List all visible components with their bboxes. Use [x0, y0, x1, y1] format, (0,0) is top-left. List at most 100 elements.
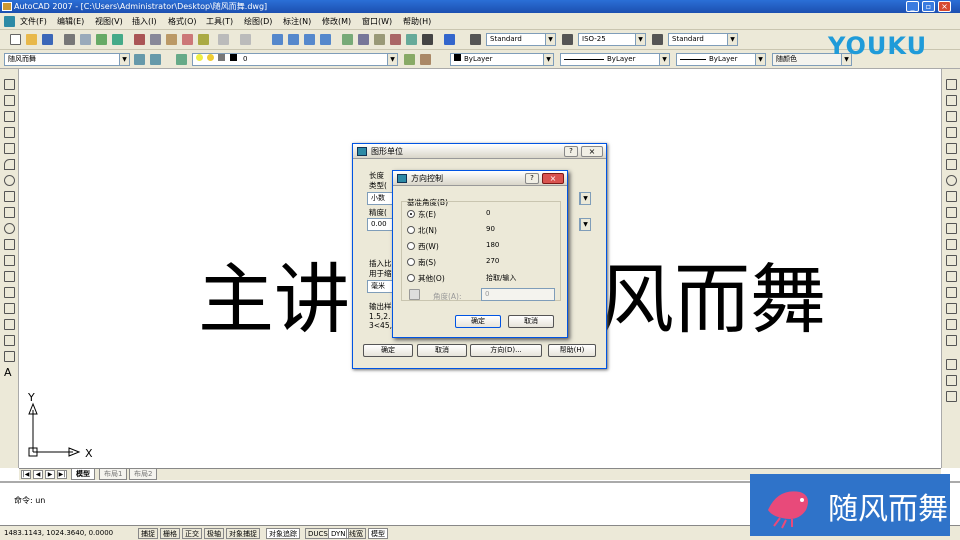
join-icon[interactable]	[946, 287, 957, 298]
next-tab-icon[interactable]: ▶	[45, 470, 55, 479]
undo-icon[interactable]	[218, 34, 229, 45]
help-icon[interactable]	[444, 34, 455, 45]
erase-icon[interactable]	[946, 79, 957, 90]
layer-select[interactable]: 0 ▼	[192, 53, 398, 66]
redo-icon[interactable]	[240, 34, 251, 45]
scale-icon[interactable]	[946, 191, 957, 202]
polar-toggle[interactable]: 极轴	[204, 528, 224, 539]
tab-model[interactable]: 模型	[71, 469, 95, 480]
direction-button[interactable]: 方向(D)...	[470, 344, 542, 357]
first-tab-icon[interactable]: |◀	[21, 470, 31, 479]
tab-layout1[interactable]: 布局1	[99, 469, 128, 480]
gradient-icon[interactable]	[4, 319, 15, 330]
direction-cancel-button[interactable]: 取消	[508, 315, 554, 328]
zoom-previous-icon[interactable]	[320, 34, 331, 45]
match-properties-icon[interactable]	[182, 34, 193, 45]
units-ok-button[interactable]: 确定	[363, 344, 413, 357]
move-icon[interactable]	[946, 159, 957, 170]
grid-toggle[interactable]: 栅格	[160, 528, 180, 539]
extend-icon[interactable]	[946, 239, 957, 250]
menu-file[interactable]: 文件(F)	[20, 16, 47, 27]
close-button[interactable]: ×	[542, 173, 564, 184]
menu-dimension[interactable]: 标注(N)	[283, 16, 311, 27]
preview-icon[interactable]	[80, 34, 91, 45]
zoom-realtime-icon[interactable]	[288, 34, 299, 45]
menu-insert[interactable]: 插入(I)	[132, 16, 157, 27]
dim-style-select[interactable]: ISO-25 ▼	[578, 33, 646, 46]
menu-window[interactable]: 窗口(W)	[362, 16, 392, 27]
units-cancel-button[interactable]: 取消	[417, 344, 467, 357]
color-select[interactable]: ByLayer ▼	[450, 53, 554, 66]
units-help-button[interactable]: 帮助(H)	[548, 344, 596, 357]
copy-icon[interactable]	[150, 34, 161, 45]
break-icon[interactable]	[946, 271, 957, 282]
construction-line-icon[interactable]	[4, 95, 15, 106]
multiline-text-icon[interactable]: A	[4, 367, 15, 378]
point-icon[interactable]	[4, 287, 15, 298]
ellipse-arc-icon[interactable]	[4, 239, 15, 250]
rotate-icon[interactable]	[946, 175, 957, 186]
explode-icon[interactable]	[946, 335, 957, 346]
text-style-select[interactable]: Standard ▼	[486, 33, 556, 46]
rectangle-icon[interactable]	[4, 143, 15, 154]
chamfer-icon[interactable]	[946, 303, 957, 314]
break-at-point-icon[interactable]	[946, 255, 957, 266]
publish-icon[interactable]	[96, 34, 107, 45]
plot-icon[interactable]	[64, 34, 75, 45]
stretch-icon[interactable]	[946, 207, 957, 218]
minimize-button[interactable]: _	[906, 1, 919, 12]
menu-view[interactable]: 视图(V)	[95, 16, 123, 27]
snap-toggle[interactable]: 捕捉	[138, 528, 158, 539]
polygon-icon[interactable]	[4, 127, 15, 138]
zoom-window-icon[interactable]	[304, 34, 315, 45]
send-back-icon[interactable]	[946, 391, 957, 402]
array-icon[interactable]	[946, 143, 957, 154]
ducs-toggle[interactable]: DUCS	[305, 528, 331, 539]
insert-block-icon[interactable]	[4, 255, 15, 266]
workspace-settings-icon[interactable]	[134, 54, 145, 65]
ortho-toggle[interactable]: 正交	[182, 528, 202, 539]
west-radio[interactable]	[407, 242, 415, 250]
app-menu-icon[interactable]	[4, 16, 15, 27]
fillet-icon[interactable]	[946, 319, 957, 330]
copy-object-icon[interactable]	[946, 95, 957, 106]
draw-order-icon[interactable]	[946, 359, 957, 370]
workspace-save-icon[interactable]	[150, 54, 161, 65]
tab-layout2[interactable]: 布局2	[129, 469, 158, 480]
prev-tab-icon[interactable]: ◀	[33, 470, 43, 479]
layer-manager-icon[interactable]	[176, 54, 187, 65]
south-radio[interactable]	[407, 258, 415, 266]
spline-icon[interactable]	[4, 207, 15, 218]
hatch-icon[interactable]	[4, 303, 15, 314]
close-button[interactable]: ×	[938, 1, 951, 12]
sheet-set-icon[interactable]	[390, 34, 401, 45]
arc-icon[interactable]	[4, 159, 15, 170]
mirror-icon[interactable]	[946, 111, 957, 122]
bring-front-icon[interactable]	[946, 375, 957, 386]
menu-format[interactable]: 格式(O)	[168, 16, 197, 27]
design-center-icon[interactable]	[358, 34, 369, 45]
revision-cloud-icon[interactable]	[4, 191, 15, 202]
workspace-select[interactable]: 随风而舞 ▼	[4, 53, 130, 66]
line-icon[interactable]	[4, 79, 15, 90]
pan-icon[interactable]	[272, 34, 283, 45]
last-tab-icon[interactable]: ▶|	[57, 470, 67, 479]
save-icon[interactable]	[42, 34, 53, 45]
paste-icon[interactable]	[166, 34, 177, 45]
region-icon[interactable]	[4, 335, 15, 346]
model-toggle[interactable]: 模型	[368, 528, 388, 539]
trim-icon[interactable]	[946, 223, 957, 234]
linetype-select[interactable]: ByLayer ▼	[560, 53, 670, 66]
layer-previous-icon[interactable]	[420, 54, 431, 65]
ellipse-icon[interactable]	[4, 223, 15, 234]
polyline-icon[interactable]	[4, 111, 15, 122]
table-icon[interactable]	[4, 351, 15, 362]
make-current-icon[interactable]	[404, 54, 415, 65]
angle-precision-select[interactable]: ▼	[579, 218, 591, 231]
make-block-icon[interactable]	[4, 271, 15, 282]
direction-ok-button[interactable]: 确定	[455, 315, 501, 328]
lineweight-toggle[interactable]: 线宽	[346, 528, 366, 539]
angle-type-select[interactable]: ▼	[579, 192, 591, 205]
menu-edit[interactable]: 编辑(E)	[57, 16, 84, 27]
menu-tools[interactable]: 工具(T)	[206, 16, 233, 27]
